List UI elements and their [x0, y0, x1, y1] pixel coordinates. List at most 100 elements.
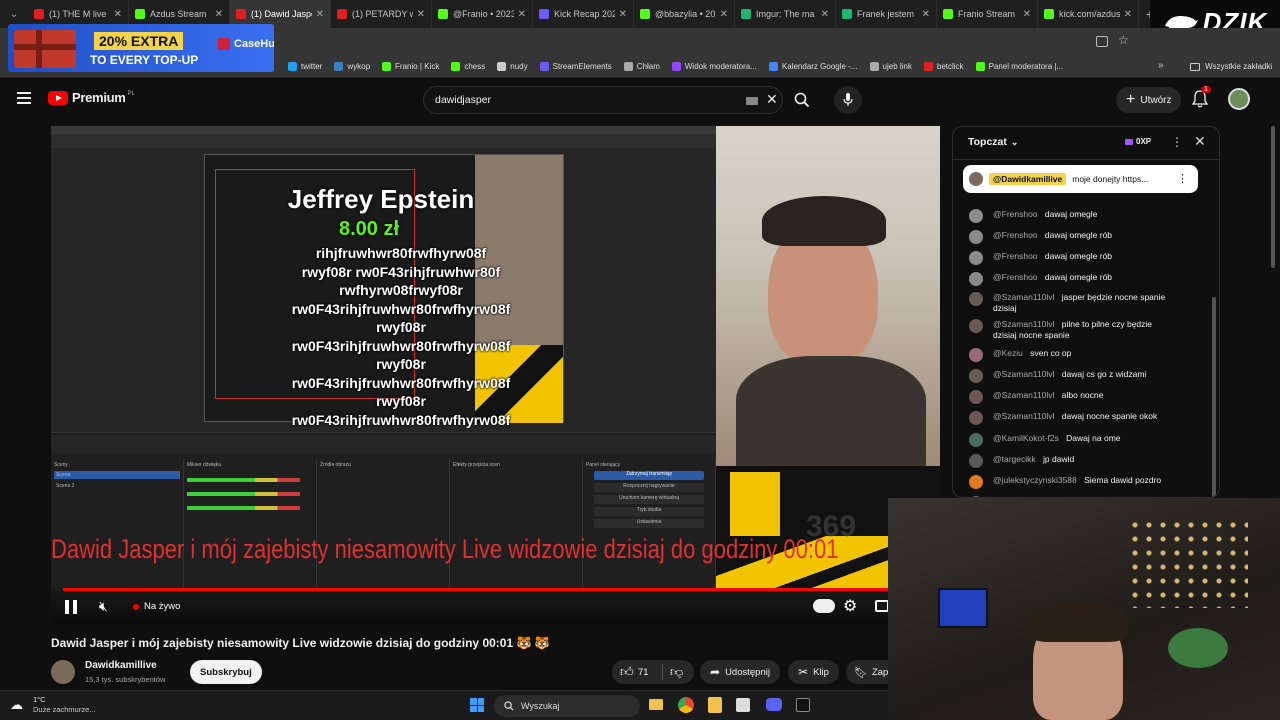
hamburger-menu-icon[interactable] [17, 92, 31, 104]
chat-author[interactable]: @KamilKokot-f2s [993, 433, 1059, 443]
browser-tab[interactable]: @Franio • 2023 ✕ [432, 0, 533, 28]
chat-author[interactable]: @julekstyczynski3588 [993, 475, 1077, 485]
save-button[interactable]: 🔖︎ Zap [846, 660, 888, 684]
app-icon-2[interactable] [736, 698, 750, 712]
bookmark-item[interactable]: nudy [497, 62, 528, 71]
obs-control-button[interactable]: Zatrzymaj transmisję [593, 471, 705, 480]
bookmark-item[interactable]: ujeb link [869, 62, 912, 71]
chat-author[interactable]: @Keziu [993, 348, 1023, 358]
account-avatar[interactable] [1228, 88, 1250, 110]
bookmark-item[interactable]: twitter [288, 62, 322, 71]
chat-author[interactable]: @Szaman110lvl [993, 319, 1054, 329]
chat-message[interactable]: @Szaman110lvl pilne to pilne czy będzie … [969, 319, 1174, 341]
close-tab-icon[interactable]: ✕ [1023, 9, 1031, 20]
share-button[interactable]: ➦ Udostępnij [700, 660, 780, 684]
all-bookmarks-folder[interactable]: Wszystkie zakładki [1190, 62, 1272, 71]
close-tab-icon[interactable]: ✕ [114, 9, 122, 20]
bookmark-item[interactable]: betclick [923, 62, 964, 71]
chat-message[interactable]: @Szaman110lvl dawaj nocne spanie okok [969, 411, 1174, 425]
close-tab-icon[interactable]: ✕ [518, 9, 526, 20]
chat-message[interactable]: @Frenshoo dawaj omegle rób [969, 251, 1174, 265]
chat-author[interactable]: @Szaman110lvl [993, 390, 1054, 400]
browser-tab[interactable]: Franio Stream ✕ [937, 0, 1038, 28]
search-button[interactable] [786, 86, 818, 114]
keyboard-icon[interactable] [746, 97, 758, 105]
more-bookmarks-icon[interactable]: » [1158, 60, 1164, 71]
like-icon[interactable]: 👍︎ [620, 664, 634, 680]
install-app-icon[interactable] [1096, 36, 1108, 47]
app-icon-1[interactable] [708, 697, 722, 713]
browser-tab[interactable]: Kick Recap 2023 ✕ [533, 0, 634, 28]
start-button[interactable] [470, 698, 484, 712]
pinned-message[interactable]: @Dawidkamillive moje donejty https... ⋮ [963, 165, 1198, 193]
chat-author[interactable]: @Frenshoo [993, 209, 1038, 219]
clip-button[interactable]: ✂ Klip [788, 660, 839, 684]
subscribe-button[interactable]: Subskrybuj [190, 660, 262, 684]
chat-author[interactable]: @Frenshoo [993, 272, 1038, 282]
bookmark-item[interactable]: Kalendarz Google -... [768, 62, 858, 71]
autoplay-toggle[interactable] [813, 599, 835, 613]
close-tab-icon[interactable]: ✕ [316, 9, 324, 20]
casehug-ad-banner[interactable]: 20% EXTRA TO EVERY TOP-UP CaseHug [8, 24, 274, 72]
miniplayer-icon[interactable] [875, 600, 889, 612]
obs-scene-item[interactable]: Scena 2 [54, 482, 180, 490]
create-button[interactable]: + Utwórz [1116, 87, 1182, 113]
close-chat-icon[interactable]: ✕ [1194, 133, 1206, 150]
pinned-more-icon[interactable]: ⋮ [1177, 172, 1188, 185]
bookmark-item[interactable]: chess [451, 62, 485, 71]
chat-message[interactable]: @targecikk jp dawid [969, 454, 1174, 468]
settings-gear-icon[interactable]: ⚙ [843, 596, 857, 616]
close-tab-icon[interactable]: ✕ [215, 9, 223, 20]
chat-more-icon[interactable]: ⋮ [1171, 135, 1183, 149]
bookmark-item[interactable]: Widok moderatora... [671, 62, 757, 71]
close-tab-icon[interactable]: ✕ [417, 9, 425, 20]
chat-message[interactable]: @Frenshoo dawaj omegle rób [969, 272, 1174, 286]
bookmark-item[interactable]: wykop [334, 62, 370, 71]
search-input[interactable]: dawidjasper [435, 94, 491, 106]
bookmark-item[interactable]: Panel moderatora |... [975, 62, 1063, 71]
notifications-button[interactable]: 1 [1191, 86, 1211, 113]
chat-scrollbar[interactable] [1212, 297, 1216, 497]
chat-message[interactable]: @KamilKokot-f2s Dawaj na ome [969, 433, 1174, 447]
chat-message[interactable]: @Szaman110lvl jasper będzie nocne spanie… [969, 292, 1174, 314]
video-player[interactable]: Jeffrey Epstein 8.00 zł rihjfruwhwr80frw… [51, 126, 940, 624]
page-scrollbar[interactable] [1271, 126, 1275, 268]
terminal-icon[interactable] [796, 698, 810, 712]
chat-message[interactable]: @Szaman110lvl albo nocne [969, 390, 1174, 404]
browser-tab[interactable]: @bbazylia • 2023 ✕ [634, 0, 735, 28]
channel-avatar[interactable] [51, 660, 75, 684]
close-tab-icon[interactable]: ✕ [922, 9, 930, 20]
live-indicator[interactable]: Na żywo [133, 601, 180, 612]
youtube-premium-logo[interactable]: Premium PL [48, 90, 135, 105]
chat-message[interactable]: @Frenshoo dawaj omegle [969, 209, 1174, 223]
clear-search-icon[interactable]: ✕ [766, 91, 778, 108]
channel-points[interactable]: 0XP [1125, 137, 1151, 146]
browser-tab[interactable]: Franek jestem ✕ [836, 0, 937, 28]
chat-author[interactable]: @Frenshoo [993, 230, 1038, 240]
taskbar-search[interactable]: Wyszukaj [494, 695, 640, 717]
close-tab-icon[interactable]: ✕ [821, 9, 829, 20]
voice-search-button[interactable] [834, 86, 862, 114]
chat-message[interactable]: @julekstyczynski3588 Siema dawid pozdro [969, 475, 1174, 489]
chat-mode-dropdown[interactable]: Topczat ⌄ [968, 136, 1018, 148]
close-tab-icon[interactable]: ✕ [1124, 9, 1132, 20]
chrome-icon[interactable] [678, 697, 694, 713]
browser-tab[interactable]: kick.com/azdus ✕ [1038, 0, 1139, 28]
search-box[interactable]: dawidjasper ✕ [423, 86, 783, 114]
mute-icon[interactable]: 🔇︎ [99, 598, 108, 615]
chat-author[interactable]: @Szaman110lvl [993, 369, 1054, 379]
chat-author[interactable]: @Frenshoo [993, 251, 1038, 261]
obs-control-button[interactable]: Tryb studia [593, 507, 705, 516]
file-explorer-icon[interactable] [649, 699, 663, 710]
obs-control-button[interactable]: Uruchom kamerę wirtualną [593, 495, 705, 504]
channel-name[interactable]: Dawidkamillive [85, 660, 157, 671]
close-tab-icon[interactable]: ✕ [619, 9, 627, 20]
close-tab-icon[interactable]: ✕ [720, 9, 728, 20]
discord-icon[interactable] [766, 698, 782, 711]
bookmark-item[interactable]: Chłam [623, 62, 660, 71]
chat-author[interactable]: @targecikk [993, 454, 1036, 464]
bookmark-item[interactable]: StreamElements [539, 62, 612, 71]
chat-message[interactable]: @Szaman110lvl dawaj cs go z widzami [969, 369, 1174, 383]
chat-message[interactable]: @Frenshoo dawaj omegle rób [969, 230, 1174, 244]
chat-message[interactable]: @Keziu sven co op [969, 348, 1174, 362]
